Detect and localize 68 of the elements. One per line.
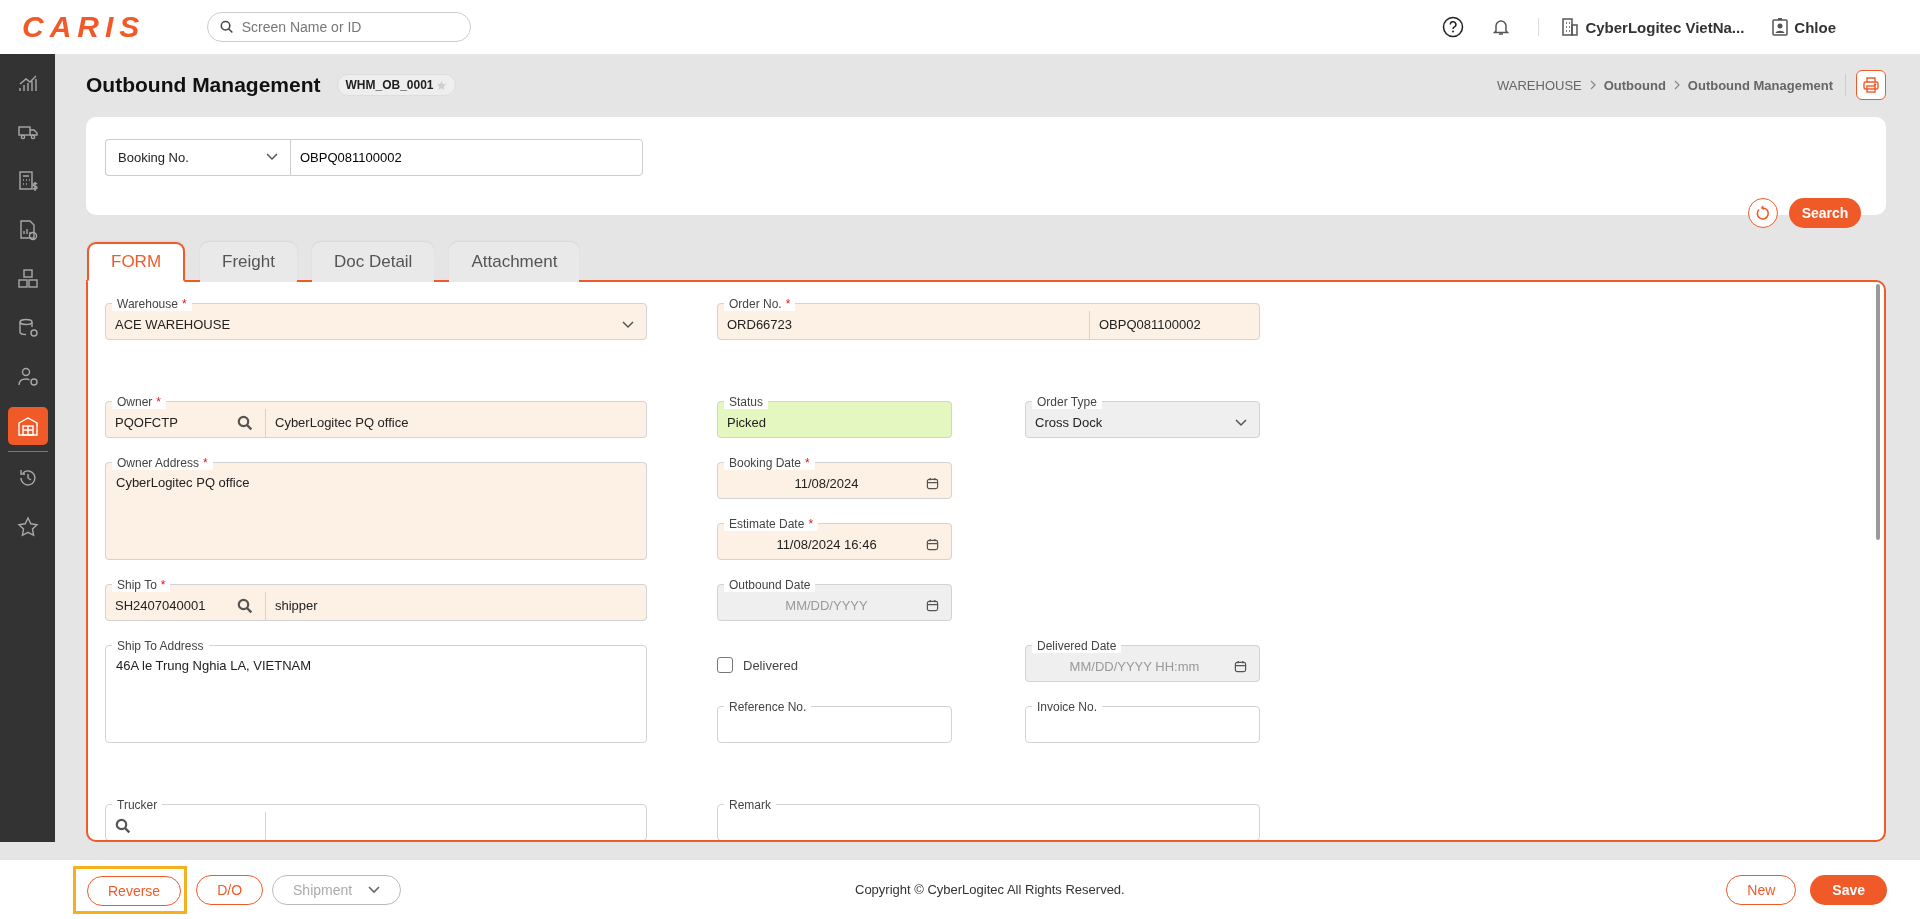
- search-icon[interactable]: [237, 414, 253, 431]
- help-icon[interactable]: [1442, 16, 1465, 38]
- tab[interactable]: Doc Detail: [311, 241, 435, 282]
- text-field[interactable]: Reference No.: [717, 699, 952, 743]
- chevron-down-icon: [368, 885, 381, 894]
- bell-icon[interactable]: [1492, 18, 1511, 36]
- company-name[interactable]: CyberLogitec VietNa...: [1585, 18, 1745, 36]
- lookup-field[interactable]: Trucker: [105, 797, 647, 840]
- calendar-icon[interactable]: [926, 538, 939, 552]
- user-badge-icon: [1772, 18, 1789, 36]
- criteria-select[interactable]: Booking No.: [105, 138, 290, 176]
- status-field[interactable]: Status Picked: [717, 394, 952, 438]
- star-icon: [16, 516, 39, 538]
- copyright-text: Copyright © CyberLogitec All Rights Reserved.: [855, 882, 1125, 897]
- text-field[interactable]: Remark: [717, 797, 1260, 840]
- delivered-checkbox[interactable]: Delivered: [717, 638, 952, 682]
- sidebar-item[interactable]: [7, 407, 48, 445]
- boxes-icon: [16, 268, 39, 290]
- lookup-field[interactable]: Owner * PQOFCTP CyberLogitec PQ office: [105, 394, 647, 438]
- field-label: Order No. *: [724, 296, 796, 311]
- chevron-down-icon: [622, 320, 634, 329]
- field-label: Estimate Date *: [724, 516, 819, 531]
- scrollbar[interactable]: [1876, 283, 1880, 540]
- booking-number-input[interactable]: OBPQ081100002: [290, 138, 643, 176]
- user-name[interactable]: Chloe: [1794, 18, 1836, 36]
- star-icon[interactable]: [435, 79, 447, 91]
- text-field[interactable]: Order No. * ORD66723 OBPQ081100002: [717, 296, 1260, 340]
- printer-icon: [1862, 76, 1880, 95]
- tab[interactable]: Freight: [200, 241, 297, 282]
- calendar-icon[interactable]: [926, 477, 939, 491]
- chevron-right-icon: [1672, 80, 1681, 91]
- breadcrumb-item: Outbound Management: [1687, 77, 1833, 93]
- field-label: Owner Address *: [112, 455, 213, 470]
- calculator-icon: [16, 170, 39, 192]
- user-icon: [16, 366, 39, 388]
- search-icon[interactable]: [115, 817, 131, 834]
- field-label: Owner *: [112, 394, 166, 409]
- chevron-down-icon: [266, 153, 278, 162]
- chevron-right-icon: [1588, 80, 1597, 91]
- date-field[interactable]: Booking Date * 11/08/2024: [717, 455, 952, 499]
- tab[interactable]: Attachment: [449, 241, 580, 282]
- date-field[interactable]: Estimate Date * 11/08/2024 16:46: [717, 516, 952, 560]
- building-icon: [1561, 17, 1580, 37]
- field-label: Status: [724, 394, 769, 409]
- text-field[interactable]: Invoice No.: [1025, 699, 1260, 743]
- print-button[interactable]: [1856, 70, 1886, 101]
- search-icon[interactable]: [237, 597, 253, 614]
- field-label: Delivered Date: [1032, 638, 1122, 653]
- field-label: Outbound Date: [724, 577, 816, 592]
- breadcrumb-item[interactable]: Outbound: [1603, 77, 1666, 93]
- lookup-field[interactable]: Ship To * SH2407040001 shipper: [105, 577, 647, 621]
- reset-icon: [1755, 204, 1771, 221]
- field-label: Booking Date *: [724, 455, 815, 470]
- search-icon: [220, 20, 234, 34]
- page-title: Outbound Management: [86, 73, 321, 98]
- search-input[interactable]: Screen Name or ID: [239, 18, 458, 36]
- checkbox[interactable]: [717, 657, 733, 674]
- field-label: Warehouse *: [112, 296, 192, 311]
- textarea-field[interactable]: Ship To Address 46A le Trung Nghia LA, VIETNAM: [105, 638, 647, 743]
- warehouse-icon: [16, 415, 39, 437]
- screen-id: WHM_OB_0001: [345, 78, 434, 93]
- select-field[interactable]: Warehouse * ACE WAREHOUSE: [105, 296, 647, 340]
- textarea-field[interactable]: Owner Address * CyberLogitec PQ office: [105, 455, 647, 560]
- breadcrumb-item[interactable]: WAREHOUSE: [1497, 77, 1582, 93]
- database-icon: [16, 317, 39, 339]
- field-label: Ship To *: [112, 577, 171, 592]
- chevron-down-icon: [1235, 418, 1247, 427]
- field-label: Order Type: [1032, 394, 1102, 409]
